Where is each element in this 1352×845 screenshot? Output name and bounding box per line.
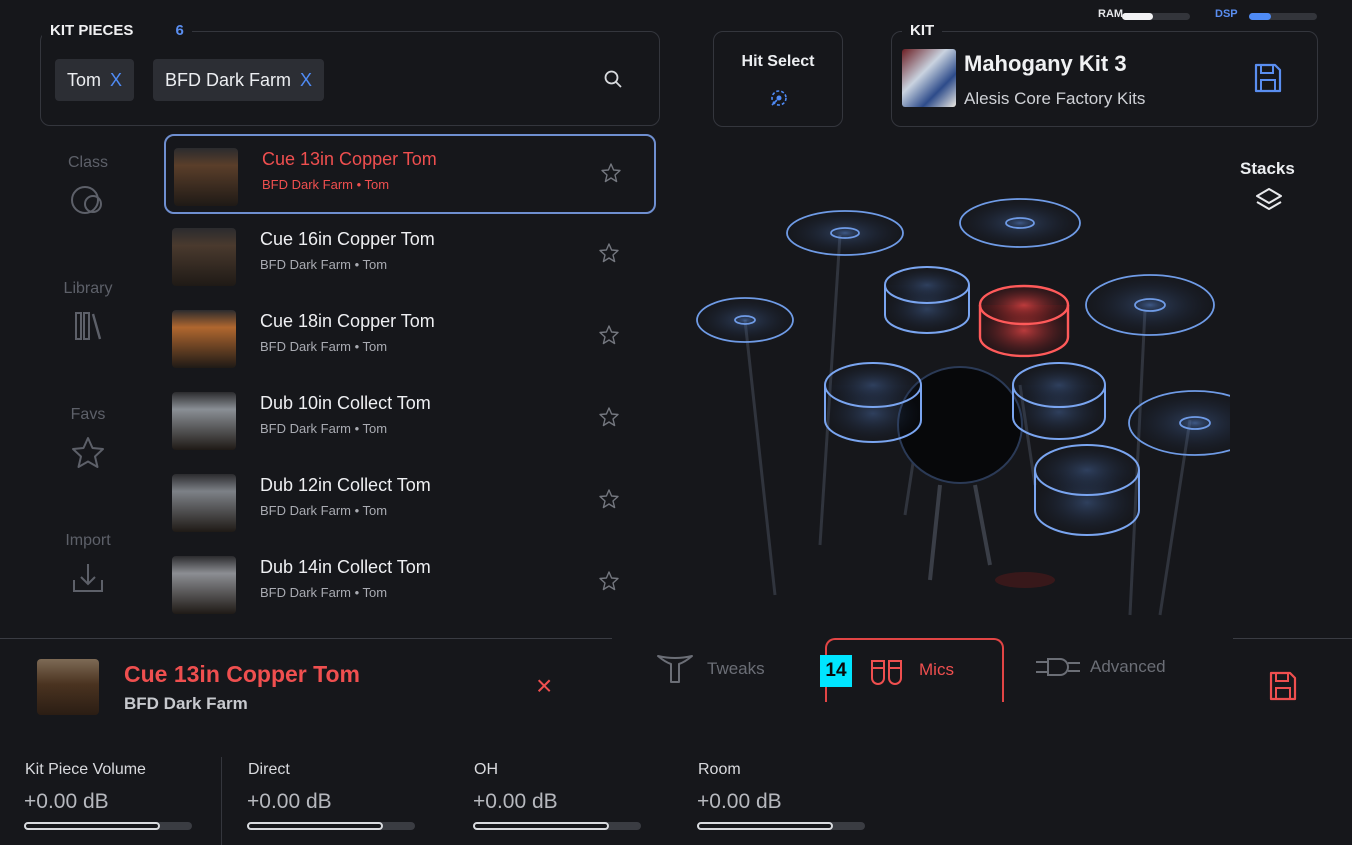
hit-select-button[interactable]: Hit Select [713, 31, 843, 127]
sidebar-item-library[interactable]: Library [36, 280, 140, 344]
kit-name[interactable]: Mahogany Kit 3 [964, 51, 1127, 77]
room-value[interactable]: +0.00 dB [697, 790, 782, 814]
tab-advanced[interactable]: Advanced [1034, 652, 1166, 682]
direct-value[interactable]: +0.00 dB [247, 790, 332, 814]
dsp-meter [1249, 13, 1317, 20]
direct-slider[interactable] [247, 822, 415, 830]
selected-piece-thumbnail [37, 659, 99, 715]
remove-filter-tom-button[interactable]: X [110, 70, 122, 91]
search-icon[interactable] [603, 69, 623, 94]
tweaks-icon [657, 655, 693, 683]
library-icon [75, 312, 102, 340]
sidebar-item-import[interactable]: Import [36, 532, 140, 598]
oh-slider[interactable] [473, 822, 641, 830]
favorite-star-icon[interactable] [598, 488, 620, 515]
room-slider[interactable] [697, 822, 865, 830]
save-piece-icon[interactable] [1268, 670, 1298, 707]
remove-filter-bfd-button[interactable]: X [300, 70, 312, 91]
favorite-star-icon[interactable] [598, 406, 620, 433]
list-item[interactable]: Cue 18in Copper Tom BFD Dark Farm • Tom [164, 298, 656, 378]
sidebar-item-class[interactable]: Class [36, 154, 140, 218]
tab-badge: 14 [820, 655, 852, 687]
kit-library: Alesis Core Factory Kits [964, 89, 1146, 108]
ram-meter [1122, 13, 1190, 20]
filter-chip-tom[interactable]: Tom X [55, 59, 135, 101]
advanced-icon [1036, 658, 1080, 676]
kit-pieces-title: KIT PIECES 6 [42, 22, 192, 39]
sidebar-item-favs[interactable]: Favs [36, 406, 140, 472]
kit-legend: KIT [902, 22, 943, 39]
hit-select-label: Hit Select [741, 53, 815, 70]
tab-mics[interactable]: 14 Mics [820, 638, 1004, 702]
ram-label: RAM [1098, 8, 1124, 20]
list-item[interactable]: Dub 10in Collect Tom BFD Dark Farm • Tom [164, 380, 656, 460]
drum-thumbnail [172, 556, 236, 614]
favorite-star-icon[interactable] [598, 570, 620, 597]
drum-kit-visual[interactable] [690, 185, 1262, 635]
filter-chip-bfd-dark-farm[interactable]: BFD Dark Farm X [153, 59, 325, 101]
kit-piece-volume-slider[interactable] [24, 822, 192, 830]
favorite-star-icon[interactable] [598, 242, 620, 269]
list-item[interactable]: Cue 16in Copper Tom BFD Dark Farm • Tom [164, 216, 656, 296]
mics-icon [871, 660, 902, 685]
class-icon [71, 186, 102, 214]
dsp-label: DSP [1215, 8, 1238, 20]
divider [1233, 638, 1352, 639]
drum-thumbnail [172, 474, 236, 532]
save-kit-icon[interactable] [1253, 62, 1283, 99]
selected-piece-name: Cue 13in Copper Tom [124, 661, 360, 687]
oh-value[interactable]: +0.00 dB [473, 790, 558, 814]
stacks-label[interactable]: Stacks [1240, 159, 1295, 179]
remove-piece-button[interactable]: × [536, 672, 552, 700]
list-item[interactable]: Dub 12in Collect Tom BFD Dark Farm • Tom [164, 462, 656, 542]
oh-label: OH [474, 761, 498, 778]
import-icon [73, 564, 103, 592]
selected-piece-library: BFD Dark Farm [124, 694, 248, 713]
favorite-star-icon[interactable] [598, 324, 620, 351]
divider [0, 638, 612, 639]
list-item[interactable]: Cue 13in Copper Tom BFD Dark Farm • Tom [164, 134, 656, 214]
drum-thumbnail [172, 392, 236, 450]
kit-thumbnail[interactable] [902, 49, 956, 107]
room-label: Room [698, 761, 741, 778]
mixer-divider [221, 757, 222, 845]
drum-thumbnail [172, 228, 236, 286]
star-icon [72, 437, 104, 468]
kit-piece-volume-value[interactable]: +0.00 dB [24, 790, 109, 814]
direct-label: Direct [248, 761, 290, 778]
favorite-star-icon[interactable] [600, 162, 622, 189]
hit-select-icon [769, 88, 789, 113]
drum-thumbnail [174, 148, 238, 206]
tab-tweaks[interactable]: Tweaks [655, 652, 765, 686]
stacks-icon[interactable] [1254, 186, 1284, 221]
drum-thumbnail [172, 310, 236, 368]
list-item[interactable]: Dub 14in Collect Tom BFD Dark Farm • Tom [164, 544, 656, 624]
kit-piece-volume-label: Kit Piece Volume [25, 761, 146, 778]
kit-pieces-count: 6 [175, 22, 184, 39]
